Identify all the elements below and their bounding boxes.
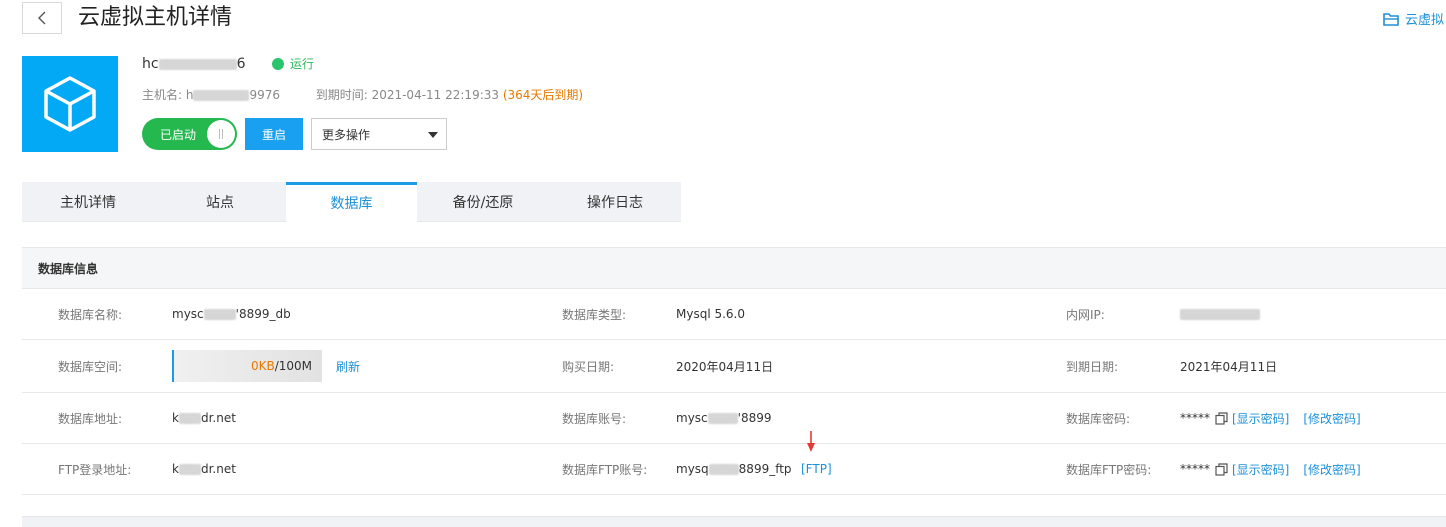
more-operations-label: 更多操作 — [322, 127, 371, 142]
intranet-ip-label: 内网IP: — [1066, 307, 1105, 322]
host-meta: 主机名: h 9976 到期时间: 2021-04-11 22:19:33 (36… — [142, 87, 583, 103]
arrow-down-icon — [807, 431, 815, 452]
ftp-account-value: mysq 8899_ftp — [676, 462, 792, 476]
database-info-panel: 数据库信息 数据库名称: mysc '8899_db 数据库类型: Mysql 5… — [22, 247, 1446, 495]
top-right-link[interactable]: 云虚拟 — [1383, 9, 1444, 28]
top-right-link-label: 云虚拟 — [1405, 13, 1445, 28]
host-icon — [22, 56, 118, 152]
db-space-bar: 0KB/100M — [172, 350, 322, 382]
hostname-suffix: 9976 — [249, 88, 281, 102]
redacted-text — [708, 463, 739, 475]
expire-time: 2021-04-11 22:19:33 — [371, 88, 500, 102]
db-account-label: 数据库账号: — [562, 411, 627, 426]
show-password-link[interactable]: [显示密码] — [1232, 461, 1289, 478]
db-name-value: mysc '8899_db — [172, 307, 291, 321]
table-row: 数据库空间: 0KB/100M 刷新 购买日期: 2020年04月11日 到期日… — [22, 340, 1446, 393]
db-account-value: mysc '8899 — [676, 411, 772, 425]
toggle-label: 已启动 — [160, 127, 197, 142]
redacted-text — [158, 58, 237, 70]
redacted-text — [1180, 308, 1260, 320]
db-type-label: 数据库类型: — [562, 307, 627, 322]
expire-note: (364天后到期) — [502, 88, 584, 102]
redacted-text — [203, 308, 236, 320]
hostname-label: 主机名: — [142, 88, 183, 102]
redacted-text — [178, 412, 201, 424]
intranet-ip-value — [1180, 289, 1260, 339]
change-password-link[interactable]: [修改密码] — [1303, 461, 1360, 478]
show-password-link[interactable]: [显示密码] — [1232, 410, 1289, 427]
table-row: 数据库地址: k dr.net 数据库账号: mysc '8899 数据库密码: *… — [22, 393, 1446, 444]
ftp-account-label: 数据库FTP账号: — [562, 462, 648, 477]
section-title: 数据库信息 — [22, 248, 1446, 289]
power-toggle[interactable]: 已启动 — [142, 118, 237, 150]
redacted-text — [707, 412, 738, 424]
hostname-prefix: h — [185, 88, 194, 102]
db-name-label: 数据库名称: — [58, 307, 123, 322]
caret-down-icon — [428, 132, 438, 138]
folder-icon — [1383, 12, 1399, 26]
host-name-prefix: hc — [142, 56, 159, 72]
redacted-text — [178, 463, 201, 475]
db-space-value: 0KB/100M — [172, 340, 322, 392]
status-badge: 运行 — [272, 56, 314, 72]
buy-date-value: 2020年04月11日 — [676, 359, 774, 374]
page-title: 云虚拟主机详情 — [78, 5, 233, 30]
restart-button[interactable]: 重启 — [245, 118, 303, 150]
tab-sites[interactable]: 站点 — [154, 182, 286, 222]
back-button[interactable] — [22, 2, 62, 34]
tab-host-details[interactable]: 主机详情 — [22, 182, 154, 222]
tab-backup-restore[interactable]: 备份/还原 — [417, 182, 549, 222]
refresh-link[interactable]: 刷新 — [336, 340, 360, 392]
change-password-link[interactable]: [修改密码] — [1303, 410, 1360, 427]
host-name-suffix: 6 — [236, 56, 246, 72]
expire-date-label: 到期日期: — [1066, 359, 1119, 374]
host-name: hc 6 — [142, 54, 246, 74]
status-label: 运行 — [290, 57, 315, 71]
status-dot-icon — [272, 58, 284, 70]
db-type-value: Mysql 5.6.0 — [676, 307, 746, 321]
tab-database[interactable]: 数据库 — [286, 182, 417, 223]
toggle-knob — [207, 120, 235, 148]
ftp-address-value: k dr.net — [172, 462, 236, 476]
password-mask: ***** — [1180, 462, 1210, 476]
copy-icon[interactable] — [1215, 411, 1228, 425]
redacted-text — [193, 90, 250, 101]
ftp-password-value: ***** [显示密码] [修改密码] — [1180, 444, 1361, 494]
db-password-label: 数据库密码: — [1066, 411, 1131, 426]
expire-date-value: 2021年04月11日 — [1180, 359, 1278, 374]
db-space-label: 数据库空间: — [58, 359, 123, 374]
buy-date-label: 购买日期: — [562, 359, 615, 374]
db-password-value: ***** [显示密码] [修改密码] — [1180, 393, 1361, 443]
ftp-password-label: 数据库FTP密码: — [1066, 462, 1152, 477]
ftp-address-label: FTP登录地址: — [58, 462, 132, 477]
table-row: FTP登录地址: k dr.net 数据库FTP账号: mysq 8899_ftp … — [22, 444, 1446, 495]
db-address-value: k dr.net — [172, 411, 236, 425]
tab-bar: 主机详情 站点 数据库 备份/还原 操作日志 — [22, 182, 1446, 223]
tab-operation-log[interactable]: 操作日志 — [549, 182, 681, 222]
db-address-label: 数据库地址: — [58, 411, 123, 426]
bottom-strip — [22, 516, 1446, 527]
more-operations-select[interactable]: 更多操作 — [311, 118, 447, 150]
cube-icon — [44, 76, 96, 132]
copy-icon[interactable] — [1215, 462, 1228, 476]
table-row: 数据库名称: mysc '8899_db 数据库类型: Mysql 5.6.0 内… — [22, 289, 1446, 340]
chevron-left-icon — [38, 11, 46, 25]
expire-label: 到期时间: — [315, 88, 368, 102]
password-mask: ***** — [1180, 411, 1210, 425]
